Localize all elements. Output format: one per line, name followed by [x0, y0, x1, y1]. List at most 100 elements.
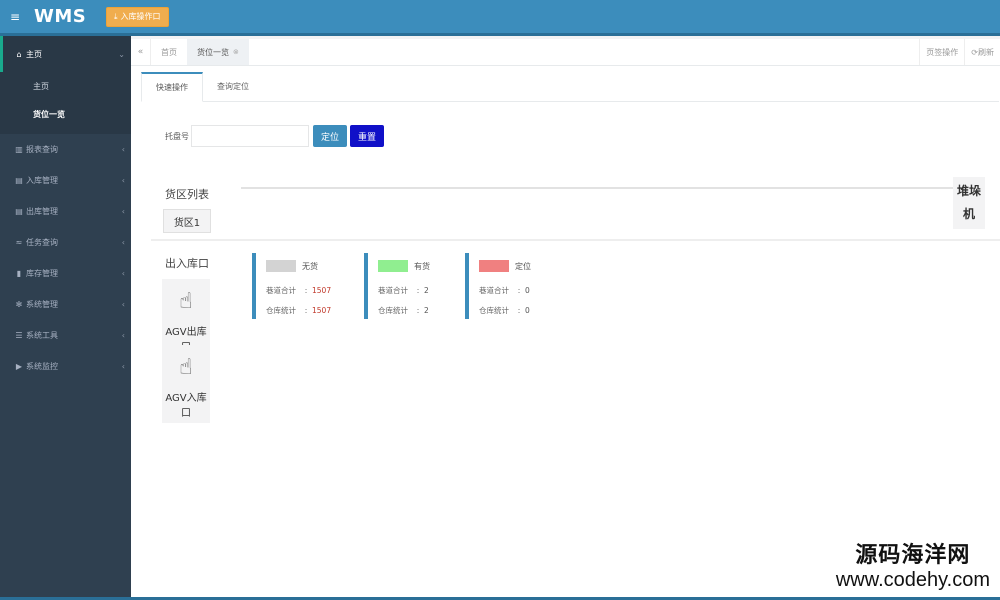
stacker-label-line2: 机 — [962, 207, 975, 221]
top-navbar: ≡ WMS ⤓ 入库操作口 — [0, 0, 1000, 36]
tab-query-locate[interactable]: 查询定位 — [203, 72, 263, 101]
pallet-label: 托盘号 — [165, 131, 189, 141]
sidebar-item-label: 主页 — [26, 49, 42, 59]
close-icon[interactable]: ⊗ — [233, 48, 239, 56]
warehouse-total-value: 0 — [525, 305, 530, 315]
watermark-line1: 源码海洋网 — [855, 543, 971, 568]
lane-total-value: 0 — [525, 285, 530, 295]
sidebar-item-tasks[interactable]: ≈ 任务查询 ‹ — [0, 227, 131, 258]
sidebar-item-tools[interactable]: ☰ 系统工具 ‹ — [0, 320, 131, 351]
inbound-operation-label: 入库操作口 — [120, 12, 161, 21]
sidebar-item-label: 系统工具 — [26, 331, 58, 340]
outbox-icon: ▤ — [15, 207, 23, 216]
legend-warehouse-total: 仓库统计:0 — [479, 305, 530, 315]
legend-swatch — [378, 260, 408, 272]
sidebar-item-monitor[interactable]: ▶ 系统监控 ‹ — [0, 351, 131, 382]
chevron-left-icon: ‹ — [121, 269, 125, 278]
locate-button[interactable]: 定位 — [313, 125, 348, 147]
legend-swatch — [479, 260, 509, 272]
chart-icon: ▥ — [15, 145, 23, 154]
task-icon: ≈ — [15, 238, 23, 247]
reset-button[interactable]: 重置 — [350, 125, 385, 147]
video-icon: ▶ — [15, 362, 23, 371]
chevron-down-icon: ⌄ — [118, 49, 125, 59]
area-1-button[interactable]: 货区1 — [163, 209, 211, 233]
chevron-left-icon: ‹ — [121, 176, 125, 185]
refresh-label: 刷新 — [978, 47, 994, 57]
legend-head: 有货 — [378, 259, 462, 273]
legend-name: 无货 — [302, 261, 318, 271]
lane-total-value: 2 — [424, 285, 429, 295]
sidebar-item-label: 系统监控 — [26, 362, 58, 371]
sidebar-subitem-home[interactable]: 主页 — [0, 72, 131, 100]
tabs-right-actions: 页签操作 ⟳ 刷新 — [919, 39, 1000, 65]
hamburger-icon[interactable]: ≡ — [4, 10, 26, 24]
download-icon: ⤓ — [114, 11, 118, 21]
sidebar: ⌂ 主页 ⌄ 主页 货位一览 ▥ 报表查询 ‹ ▤ 入库管理 ‹ ▤ 出库管理 … — [0, 36, 131, 600]
chevron-left-icon: ‹ — [121, 331, 125, 340]
legend-lane-total: 巷道合计:1507 — [266, 285, 332, 295]
legend-swatch — [266, 260, 296, 272]
main-content: « 首页 货位一览 ⊗ 页签操作 ⟳ 刷新 快速操作 查询定位 托盘号 定位 重… — [131, 39, 1000, 600]
legend-name: 定位 — [515, 261, 531, 271]
warehouse-total-value: 1507 — [312, 305, 332, 315]
tab-location-overview[interactable]: 货位一览 ⊗ — [187, 39, 249, 65]
sidebar-item-outbound[interactable]: ▤ 出库管理 ‹ — [0, 196, 131, 227]
home-icon: ⌂ — [16, 49, 22, 59]
sidebar-item-inbound[interactable]: ▤ 入库管理 ‹ — [0, 165, 131, 196]
agv-inbound-label-line1: AGV入库 — [165, 393, 207, 404]
inbound-operation-button[interactable]: ⤓ 入库操作口 — [106, 6, 169, 27]
ports-title: 出入库口 — [165, 257, 209, 270]
sidebar-item-label: 入库管理 — [26, 176, 58, 185]
divider — [151, 239, 1000, 241]
tab-label: 首页 — [161, 47, 177, 57]
sidebar-subitem-location-overview[interactable]: 货位一览 — [0, 100, 131, 128]
sidebar-item-label: 报表查询 — [26, 145, 58, 154]
legend-lane-total: 巷道合计:2 — [378, 285, 429, 295]
agv-outbound-label-line1: AGV出库 — [165, 327, 207, 338]
tools-icon: ☰ — [15, 331, 23, 340]
legend-warehouse-total: 仓库统计:2 — [378, 305, 429, 315]
warehouse-total-label: 仓库统计 — [266, 305, 296, 315]
stacker-label-line1: 堆垛 — [956, 184, 981, 198]
warehouse-total-label: 仓库统计 — [378, 305, 408, 315]
warehouse-total-value: 2 — [424, 305, 429, 315]
sidebar-item-home[interactable]: ⌂ 主页 ⌄ — [0, 36, 131, 72]
chevron-left-icon: ‹ — [121, 362, 125, 371]
sidebar-item-label: 库存管理 — [26, 269, 58, 278]
tabs-scroll-left-icon[interactable]: « — [131, 39, 151, 65]
pallet-input[interactable] — [191, 125, 309, 147]
sub-tabs: 快速操作 查询定位 — [141, 72, 999, 102]
chevron-left-icon: ‹ — [121, 145, 125, 154]
tab-operations-button[interactable]: 页签操作 — [919, 39, 964, 65]
stacker-crane-box[interactable]: 堆垛 机 — [953, 177, 985, 229]
refresh-icon: ⟳ — [971, 47, 978, 57]
tab-quick-operation[interactable]: 快速操作 — [141, 72, 203, 102]
stock-icon: ▮ — [16, 269, 22, 278]
page-tabs-bar: « 首页 货位一览 ⊗ 页签操作 ⟳ 刷新 — [131, 39, 1000, 66]
lane-total-value: 1507 — [312, 285, 332, 295]
sidebar-item-label: 任务查询 — [26, 238, 58, 247]
chevron-left-icon: ‹ — [121, 207, 125, 216]
agv-inbound-port[interactable]: ☝ AGV入库 口 — [161, 345, 211, 423]
hand-pointer-icon: ☝ — [162, 279, 210, 323]
legend-lane-total: 巷道合计:0 — [479, 285, 530, 295]
lane-total-label: 巷道合计 — [479, 285, 509, 295]
tab-home[interactable]: 首页 — [151, 39, 187, 65]
legend-warehouse-total: 仓库统计:1507 — [266, 305, 332, 315]
sidebar-item-reports[interactable]: ▥ 报表查询 ‹ — [0, 134, 131, 165]
legend-card-occupied: 有货 巷道合计:2 仓库统计:2 — [364, 253, 462, 319]
sidebar-item-system[interactable]: ✻ 系统管理 ‹ — [0, 289, 131, 320]
lane-total-label: 巷道合计 — [266, 285, 296, 295]
watermark-line2: www.codehy.com — [835, 569, 990, 591]
watermark: 源码海洋网 www.codehy.com — [831, 535, 994, 594]
chevron-left-icon: ‹ — [121, 300, 125, 309]
locate-form: 托盘号 定位 重置 — [165, 125, 387, 147]
tab-label: 货位一览 — [197, 47, 229, 57]
sidebar-item-stock[interactable]: ▮ 库存管理 ‹ — [0, 258, 131, 289]
warehouse-total-label: 仓库统计 — [479, 305, 509, 315]
legend-card-locate: 定位 巷道合计:0 仓库统计:0 — [465, 253, 563, 319]
lane-total-label: 巷道合计 — [378, 285, 408, 295]
sidebar-submenu-home: 主页 货位一览 — [0, 72, 131, 134]
refresh-button[interactable]: ⟳ 刷新 — [964, 39, 1000, 65]
